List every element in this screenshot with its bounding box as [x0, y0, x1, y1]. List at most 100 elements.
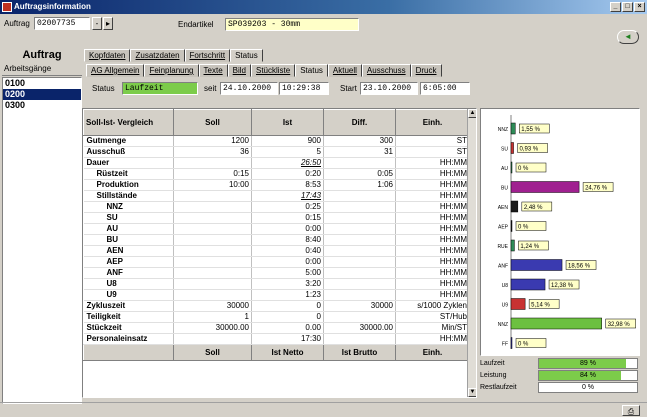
- cell-name: AU: [83, 223, 174, 235]
- cell-diff: 30000: [323, 300, 396, 312]
- chart-bar[interactable]: [510, 239, 515, 252]
- left-panel-header: Arbeitsgänge: [2, 62, 82, 76]
- cell-unit: HH:MM: [395, 201, 470, 213]
- comparison-table: Soll-Ist- Vergleich Soll Ist Diff. Einh.…: [83, 109, 470, 361]
- tab-stueckliste[interactable]: Stückliste: [250, 64, 296, 77]
- table-row[interactable]: AU 0:00 HH:MM: [83, 223, 470, 235]
- cell-soll: [173, 201, 252, 213]
- col-header-name[interactable]: Soll-Ist- Vergleich: [83, 109, 174, 136]
- chart-bar[interactable]: [510, 259, 563, 271]
- col-header-diff[interactable]: Diff.: [323, 109, 396, 136]
- metrics-panel: Laufzeit 89 % Leistung 84 % Restlaufzeit…: [480, 358, 640, 398]
- cell-unit: HH:MM: [395, 212, 470, 224]
- table-row[interactable]: AEN 0:40 HH:MM: [83, 245, 470, 257]
- back-arrow-button[interactable]: ◄: [617, 30, 639, 44]
- cell-unit: HH:MM: [395, 256, 470, 268]
- cell-diff: [323, 256, 396, 268]
- table-row[interactable]: ANF 5:00 HH:MM: [83, 267, 470, 279]
- table-row[interactable]: U8 3:20 HH:MM: [83, 278, 470, 290]
- tab-aktuell[interactable]: Aktuell: [327, 64, 362, 77]
- cell-ist: 17:43: [251, 190, 324, 202]
- chart-bar[interactable]: [510, 181, 580, 193]
- chart-bar[interactable]: [510, 200, 519, 213]
- chart-bar[interactable]: [510, 278, 546, 291]
- table-row[interactable]: Gutmenge 1200 900 300 ST: [83, 135, 470, 147]
- cell-soll: [173, 212, 252, 224]
- printer-icon[interactable]: ⎙: [622, 405, 640, 416]
- chart-bar[interactable]: [510, 337, 513, 349]
- grid-scrollbar[interactable]: ▲ ▼: [467, 109, 476, 397]
- table-row[interactable]: U9 1:23 HH:MM: [83, 289, 470, 301]
- table-row[interactable]: Rüstzeit 0:15 0:20 0:05 HH:MM: [83, 168, 470, 180]
- tab-bild[interactable]: Bild: [227, 64, 251, 77]
- chart-value-label: 1,24 %: [520, 244, 539, 250]
- chart-bar[interactable]: [510, 220, 513, 232]
- col-header-unit[interactable]: Einh.: [395, 109, 470, 136]
- cell-soll: [173, 245, 252, 257]
- table-row[interactable]: SU 0:15 HH:MM: [83, 212, 470, 224]
- tab-kopfdaten[interactable]: Kopfdaten: [84, 49, 131, 62]
- cell-diff: [323, 245, 396, 257]
- cell-unit: HH:MM: [395, 333, 470, 345]
- chart-value-label: 32,98 %: [608, 322, 631, 328]
- cell-unit: HH:MM: [395, 157, 470, 169]
- table-row[interactable]: BU 8:40 HH:MM: [83, 234, 470, 246]
- table-row[interactable]: Zykluszeit 30000 0 30000 s/1000 Zyklen: [83, 300, 470, 312]
- auftrag-lookup-button[interactable]: ▸: [103, 17, 113, 30]
- list-item[interactable]: 0300: [3, 100, 81, 111]
- chart-value-label: 1,55 %: [521, 127, 540, 133]
- tab-fortschritt[interactable]: Fortschritt: [184, 49, 231, 62]
- tab-texte[interactable]: Texte: [198, 64, 228, 77]
- scroll-down-icon[interactable]: ▼: [468, 388, 476, 397]
- cell-ist: 5: [251, 146, 324, 158]
- chart-bar[interactable]: [510, 161, 513, 174]
- window-title: Auftragsinformation: [14, 2, 91, 11]
- metric-value: 84 %: [580, 372, 596, 379]
- col-header-ist[interactable]: Ist: [251, 109, 324, 136]
- tab-status[interactable]: Status: [230, 49, 263, 62]
- tab-druck[interactable]: Druck: [410, 64, 442, 77]
- maximize-button[interactable]: □: [622, 2, 633, 12]
- scroll-up-icon[interactable]: ▲: [468, 109, 476, 118]
- list-item[interactable]: 0100: [3, 78, 81, 89]
- table-row[interactable]: Stückzeit 30000.00 0.00 30000.00 Min/ST: [83, 322, 470, 334]
- cell-name: Produktion: [83, 179, 174, 191]
- chart-bar[interactable]: [510, 122, 516, 135]
- cell-unit: ST: [395, 146, 470, 158]
- cell-unit: HH:MM: [395, 168, 470, 180]
- table-row[interactable]: Ausschuß 36 5 31 ST: [83, 146, 470, 158]
- chart-bar[interactable]: [510, 317, 602, 330]
- col-header-soll[interactable]: Soll: [173, 109, 252, 136]
- metric-label: Restlaufzeit: [480, 384, 517, 391]
- cell-ist: 900: [251, 135, 324, 147]
- table-row[interactable]: AEP 0:00 HH:MM: [83, 256, 470, 268]
- cell-ist: 0:15: [251, 212, 324, 224]
- chart-category-label: AEP: [498, 225, 509, 231]
- table-row[interactable]: Produktion 10:00 8:53 1:06 HH:MM: [83, 179, 470, 191]
- chart-bar[interactable]: [510, 142, 514, 154]
- table-row[interactable]: Personaleinsatz 17:30 HH:MM: [83, 333, 470, 345]
- chart-bar[interactable]: [510, 298, 526, 310]
- table-row[interactable]: Dauer 26:50 HH:MM: [83, 157, 470, 169]
- auftrag-input[interactable]: 02007735: [34, 17, 90, 30]
- tab-status-sub[interactable]: Status: [295, 64, 328, 77]
- tab-feinplanung[interactable]: Feinplanung: [144, 64, 199, 77]
- close-button[interactable]: ×: [634, 2, 645, 12]
- minimize-button[interactable]: _: [610, 2, 621, 12]
- cell-ist: 0: [251, 311, 324, 323]
- chart-value-label: 0 %: [518, 225, 529, 231]
- cell-name: SU: [83, 212, 174, 224]
- cell-ist: 0:00: [251, 256, 324, 268]
- table-row[interactable]: NNZ 0:25 HH:MM: [83, 201, 470, 213]
- table-row[interactable]: Stillstände 17:43 HH:MM: [83, 190, 470, 202]
- cell-diff: [323, 333, 396, 345]
- tab-ausschuss[interactable]: Ausschuss: [361, 64, 411, 77]
- tab-zusatzdaten[interactable]: Zusatzdaten: [130, 49, 185, 62]
- auftrag-minus-button[interactable]: -: [92, 17, 102, 30]
- footer-ist-netto: Ist Netto: [251, 344, 324, 361]
- tab-ag-allgemein[interactable]: AG Allgemein: [86, 64, 145, 77]
- table-row[interactable]: Teiligkeit 1 0 ST/Hub: [83, 311, 470, 323]
- cell-ist: 0:20: [251, 168, 324, 180]
- chart-category-label: AU: [501, 166, 508, 172]
- list-item-selected[interactable]: 0200: [3, 89, 81, 100]
